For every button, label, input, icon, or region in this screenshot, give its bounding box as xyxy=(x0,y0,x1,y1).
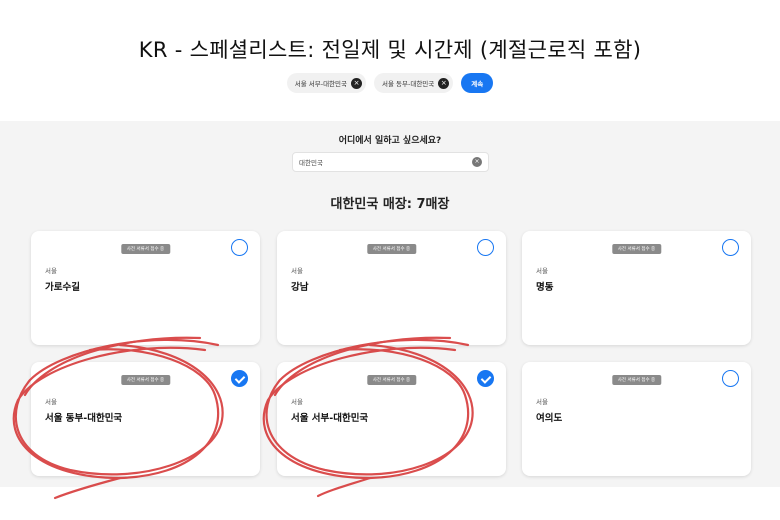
store-card[interactable]: 사전 서류서 접수 중 서울 여의도 xyxy=(522,362,751,476)
clear-icon[interactable]: × xyxy=(472,157,482,167)
store-name: 가로수길 xyxy=(45,282,80,293)
checked-radio-button[interactable] xyxy=(231,370,248,387)
close-icon[interactable]: × xyxy=(351,77,363,89)
store-card[interactable]: 사전 서류서 접수 중 서울 가로수길 xyxy=(31,231,260,345)
checked-radio-button[interactable] xyxy=(477,370,494,387)
status-badge: 사전 서류서 접수 중 xyxy=(120,375,171,385)
search-value: 대한민국 xyxy=(299,159,323,167)
store-city: 서울 xyxy=(536,398,548,406)
chip-label: 서울 서부-대한민국 xyxy=(294,80,348,88)
store-card[interactable]: 사전 서류서 접수 중 서울 강남 xyxy=(277,231,506,345)
store-city: 서울 xyxy=(536,267,548,275)
status-badge: 사전 서류서 접수 중 xyxy=(120,244,171,254)
status-badge: 사전 서류서 접수 중 xyxy=(366,244,417,254)
store-city: 서울 xyxy=(291,267,303,275)
close-icon[interactable]: × xyxy=(438,77,450,89)
store-city: 서울 xyxy=(45,398,57,406)
status-badge: 사전 서류서 접수 중 xyxy=(611,375,662,385)
radio-button[interactable] xyxy=(722,239,739,256)
store-name: 서울 서부-대한민국 xyxy=(291,413,369,424)
selected-stores: 서울 서부-대한민국 × 서울 동부-대한민국 × 계속 xyxy=(0,73,780,93)
store-name: 서울 동부-대한민국 xyxy=(45,413,123,424)
page-title: KR - 스페셜리스트: 전일제 및 시간제 (계절근로직 포함) xyxy=(138,38,642,62)
store-card[interactable]: 사전 서류서 접수 중 서울 명동 xyxy=(522,231,751,345)
store-name: 여의도 xyxy=(536,413,563,424)
results-count: 대한민국 매장: 7매장 xyxy=(330,197,450,212)
location-question: 어디에서 일하고 싶으세요? xyxy=(338,136,442,146)
radio-button[interactable] xyxy=(231,239,248,256)
store-city: 서울 xyxy=(45,267,57,275)
status-badge: 사전 서류서 접수 중 xyxy=(611,244,662,254)
store-card[interactable]: 사전 서류서 접수 중 서울 서울 동부-대한민국 xyxy=(31,362,260,476)
status-badge: 사전 서류서 접수 중 xyxy=(366,375,417,385)
selected-chip[interactable]: 서울 서부-대한민국 × xyxy=(286,73,367,93)
continue-button[interactable]: 계속 xyxy=(461,73,494,93)
selected-chip[interactable]: 서울 동부-대한민국 × xyxy=(374,73,454,93)
store-card[interactable]: 사전 서류서 접수 중 서울 서울 서부-대한민국 xyxy=(277,362,506,476)
store-city: 서울 xyxy=(291,398,303,406)
location-search-input[interactable]: 대한민국 × xyxy=(292,152,489,172)
radio-button[interactable] xyxy=(477,239,494,256)
chip-label: 서울 동부-대한민국 xyxy=(382,80,435,88)
radio-button[interactable] xyxy=(722,370,739,387)
store-name: 강남 xyxy=(291,282,309,293)
store-name: 명동 xyxy=(536,282,554,293)
